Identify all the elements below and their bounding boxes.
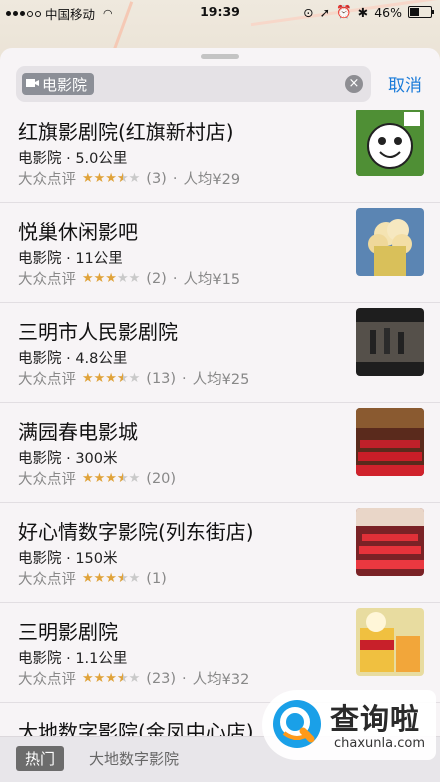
place-meta: 电影院 · 4.8公里	[18, 351, 128, 367]
place-rating: 大众点评 ★★★★★★ (1)	[18, 568, 167, 589]
cancel-button[interactable]: 取消	[388, 71, 422, 96]
review-count: (3)	[146, 170, 167, 187]
place-category: 电影院	[18, 651, 62, 667]
battery-icon	[408, 6, 434, 18]
review-count: (20)	[146, 470, 177, 487]
magnifier-logo-icon	[270, 697, 324, 751]
avg-price: 人均¥29	[183, 172, 241, 188]
rotation-lock-icon: ⊙	[303, 4, 314, 20]
place-rating: 大众点评 ★★★★★★ (13) · 人均¥25	[18, 368, 249, 389]
rating-source: 大众点评	[18, 672, 76, 688]
place-category: 电影院	[18, 151, 62, 167]
list-item[interactable]: 好心情数字影院(列东街店) 电影院 · 150米 大众点评 ★★★★★★ (1)	[0, 502, 440, 603]
star-rating-icon: ★★★★★★	[82, 471, 141, 486]
place-name: 好心情数字影院(列东街店)	[18, 520, 254, 544]
place-rating: 大众点评 ★★★★★★ (20)	[18, 468, 176, 489]
list-item[interactable]: 满园春电影城 电影院 · 300米 大众点评 ★★★★★★ (20)	[0, 402, 440, 503]
place-rating: 大众点评 ★★★★★ (2) · 人均¥15	[18, 268, 240, 289]
review-count: (1)	[146, 570, 167, 587]
clear-icon[interactable]: ×	[345, 75, 363, 93]
place-category: 电影院	[18, 351, 62, 367]
film-icon	[26, 75, 39, 93]
watermark-domain: chaxunla.com	[334, 736, 425, 751]
search-field[interactable]: 电影院 ×	[16, 66, 371, 102]
place-name: 悦巢休闲影吧	[18, 220, 138, 244]
status-bar: 中国移动 ◠ 19:39 ⊙ ➚ ⏰ ✱ 46%	[0, 0, 440, 24]
place-meta: 电影院 · 300米	[18, 451, 118, 467]
place-distance: 4.8公里	[75, 351, 128, 367]
review-count: (23)	[146, 670, 177, 687]
price-sep: ·	[172, 270, 178, 287]
sheet-grabber[interactable]	[201, 54, 239, 59]
star-rating-icon: ★★★★★	[82, 271, 141, 286]
review-count: (13)	[146, 370, 177, 387]
rating-source: 大众点评	[18, 272, 76, 288]
place-distance: 300米	[75, 451, 118, 467]
list-item[interactable]: 悦巢休闲影吧 电影院 · 11公里 大众点评 ★★★★★ (2) · 人均¥15	[0, 202, 440, 303]
place-meta: 电影院 · 150米	[18, 551, 118, 567]
avg-price: 人均¥32	[192, 672, 250, 688]
place-thumbnail	[356, 608, 424, 676]
place-rating: 大众点评 ★★★★★★ (23) · 人均¥32	[18, 668, 249, 689]
place-thumbnail	[356, 308, 424, 376]
search-chip-label: 电影院	[42, 75, 88, 94]
star-rating-icon: ★★★★★★	[82, 671, 141, 686]
list-item[interactable]: 三明影剧院 电影院 · 1.1公里 大众点评 ★★★★★★ (23) · 人均¥…	[0, 602, 440, 703]
place-thumbnail	[356, 208, 424, 276]
rating-source: 大众点评	[18, 172, 76, 188]
watermark: 查询啦 chaxunla.com	[262, 690, 436, 760]
place-name: 三明影剧院	[18, 620, 118, 644]
place-name: 三明市人民影剧院	[18, 320, 178, 344]
place-thumbnail	[356, 508, 424, 576]
place-distance: 11公里	[75, 251, 123, 267]
suggestion-item[interactable]: 大地数字影院	[89, 748, 179, 769]
place-name: 红旗影剧院(红旗新村店)	[18, 120, 234, 144]
place-name: 满园春电影城	[18, 420, 138, 444]
star-rating-icon: ★★★★★★	[82, 371, 141, 386]
list-item[interactable]: 三明市人民影剧院 电影院 · 4.8公里 大众点评 ★★★★★★ (13) · …	[0, 302, 440, 403]
results-list[interactable]: 红旗影剧院(红旗新村店) 电影院 · 5.0公里 大众点评 ★★★★★★ (3)…	[0, 110, 440, 740]
list-item[interactable]: 红旗影剧院(红旗新村店) 电影院 · 5.0公里 大众点评 ★★★★★★ (3)…	[0, 110, 440, 203]
results-sheet: 电影院 × 取消 红旗影剧院(红旗新村店) 电影院 · 5.0公里 大众点评 ★…	[0, 48, 440, 782]
place-meta: 电影院 · 1.1公里	[18, 651, 128, 667]
watermark-title: 查询啦	[330, 702, 421, 736]
location-icon: ➚	[319, 4, 331, 20]
rating-source: 大众点评	[18, 572, 76, 588]
place-category: 电影院	[18, 251, 62, 267]
place-category: 电影院	[18, 451, 62, 467]
price-sep: ·	[182, 370, 187, 387]
battery-percent: 46%	[374, 4, 402, 20]
search-token-chip[interactable]: 电影院	[22, 73, 95, 95]
avg-price: 人均¥25	[192, 372, 250, 388]
place-thumbnail	[356, 110, 424, 176]
review-count: (2)	[146, 270, 167, 287]
star-rating-icon: ★★★★★★	[82, 171, 141, 186]
place-meta: 电影院 · 11公里	[18, 251, 123, 267]
price-sep: ·	[182, 670, 187, 687]
place-distance: 150米	[75, 551, 118, 567]
price-sep: ·	[172, 170, 178, 187]
place-thumbnail	[356, 408, 424, 476]
place-category: 电影院	[18, 551, 62, 567]
place-distance: 1.1公里	[75, 651, 128, 667]
rating-source: 大众点评	[18, 372, 76, 388]
place-distance: 5.0公里	[75, 151, 128, 167]
avg-price: 人均¥15	[183, 272, 241, 288]
place-rating: 大众点评 ★★★★★★ (3) · 人均¥29	[18, 168, 240, 189]
rating-source: 大众点评	[18, 472, 76, 488]
bluetooth-icon: ✱	[357, 4, 369, 20]
star-rating-icon: ★★★★★★	[82, 571, 141, 586]
alarm-icon: ⏰	[336, 4, 352, 19]
hot-tag[interactable]: 热门	[16, 746, 65, 771]
place-meta: 电影院 · 5.0公里	[18, 151, 128, 167]
